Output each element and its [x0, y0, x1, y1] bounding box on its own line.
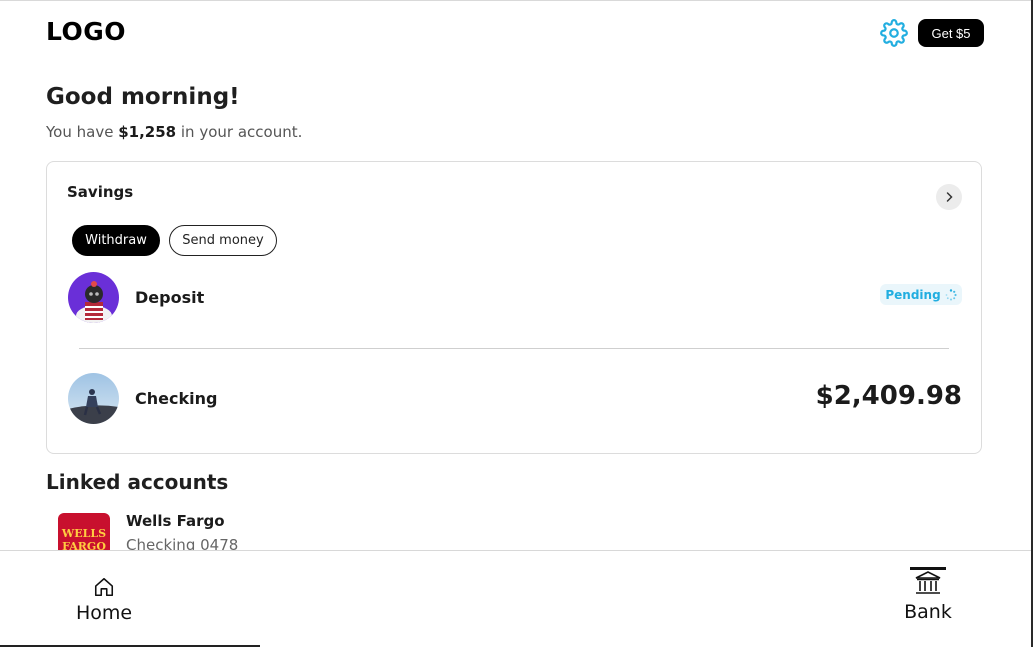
- checking-row[interactable]: Checking $2,409.98: [67, 373, 962, 425]
- get-5-button[interactable]: Get $5: [918, 19, 984, 47]
- svg-text:WELLS: WELLS: [61, 527, 106, 540]
- checking-balance: $2,409.98: [815, 381, 962, 411]
- top-border: [0, 0, 1033, 1]
- nav-home-label: Home: [75, 602, 133, 624]
- card-divider: [79, 348, 949, 349]
- send-money-button[interactable]: Send money: [169, 225, 277, 256]
- savings-title: Savings: [67, 183, 134, 201]
- pending-text: Pending: [885, 287, 941, 302]
- bank-icon: [915, 571, 941, 594]
- nav-bank-label: Bank: [904, 601, 952, 623]
- total-balance: $1,258: [118, 123, 177, 141]
- greeting-title: Good morning!: [46, 84, 240, 110]
- balance-prefix: You have: [46, 123, 114, 141]
- deposit-row[interactable]: Deposit Pending: [67, 272, 962, 324]
- savings-card: Savings Withdraw Send money Deposit Pend…: [46, 161, 982, 454]
- deposit-label: Deposit: [135, 288, 205, 307]
- nav-home[interactable]: Home: [62, 576, 146, 628]
- logo[interactable]: LOGO: [46, 17, 126, 46]
- spinner-icon: [945, 288, 957, 300]
- savings-details-button[interactable]: [936, 184, 962, 210]
- deposit-avatar: [68, 272, 119, 323]
- chevron-right-icon: [946, 192, 953, 202]
- home-icon: [94, 577, 114, 597]
- nav-bank[interactable]: Bank: [893, 567, 963, 633]
- balance-summary: You have $1,258 in your account.: [46, 123, 302, 141]
- linked-bank-name[interactable]: Wells Fargo: [126, 512, 225, 530]
- withdraw-button[interactable]: Withdraw: [72, 225, 160, 256]
- checking-avatar: [68, 373, 119, 424]
- pending-badge: Pending: [880, 284, 962, 305]
- bottom-nav: Home Bank: [0, 550, 1033, 647]
- gear-icon[interactable]: [880, 19, 908, 47]
- checking-label: Checking: [135, 389, 218, 408]
- balance-suffix: in your account.: [180, 123, 303, 141]
- linked-accounts-title: Linked accounts: [46, 470, 229, 494]
